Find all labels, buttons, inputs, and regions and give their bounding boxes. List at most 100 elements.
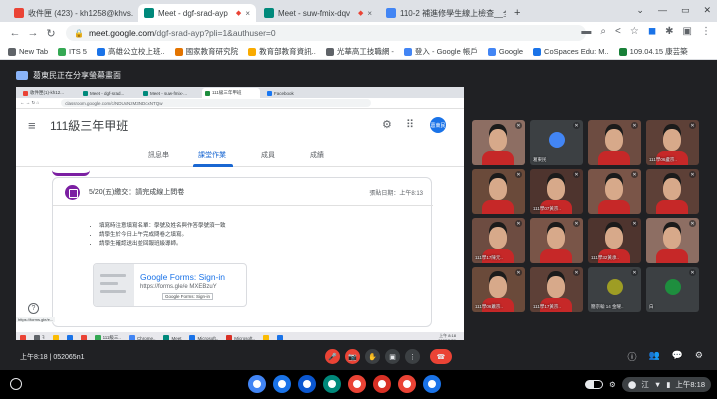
participant-body [482,151,514,165]
bookmark-star-icon[interactable]: ☆ [630,26,639,37]
photos-icon[interactable] [398,375,416,393]
drive-icon[interactable] [423,375,441,393]
present-screen-icon [16,70,28,80]
participant-tile[interactable]: ✕ 簡宗翰 14 金曜.. [588,267,641,312]
bookmark-item[interactable]: 國家教育研究院 [174,46,238,57]
camera-in-use-icon[interactable]: ▬ [581,26,591,37]
files-icon[interactable] [298,375,316,393]
bookmark-item[interactable]: Google [487,47,523,56]
participant-tile[interactable]: ✕ 111學06蕭宗.. [472,267,525,312]
people-icon[interactable]: 👥 [648,350,659,363]
browser-tab-gmail[interactable]: 收件匣 (423) - kh1258@khvs. × [8,4,136,22]
participant-video [489,129,507,151]
shared-status-url: https://forms.gle/e... [16,317,56,322]
participant-video [605,227,623,249]
chat-icon[interactable]: 💬 [672,350,683,363]
app-glyph [303,380,311,388]
zoom-icon[interactable]: ⌕ [600,26,606,37]
close-icon[interactable]: × [241,9,250,18]
toggle-icon[interactable] [585,380,604,389]
address-bar[interactable]: 🔒 meet.google.com/dgf-srad-ayp?pli=1&aut… [66,25,586,41]
participant-tile[interactable]: ✕ [472,120,525,165]
participant-tile[interactable]: ✕ [530,218,583,263]
list-item: 請學生於今日上午完成問卷之填寫。 [99,231,226,240]
browser-tab-form[interactable]: 110-2 補進修學生線上檢查__全 × [380,4,506,22]
participant-tile[interactable]: ✕ 111學07黃宗.. [530,169,583,214]
hang-up-button[interactable]: ☎ [430,349,452,364]
battery-icon: ▮ [666,380,671,389]
system-tray[interactable]: ⬤ 江 ▼ ▮ 上午8:18 [621,377,711,392]
docs-icon[interactable] [273,375,291,393]
gmail-icon [14,8,24,18]
participant-tile[interactable]: ✕ 111學17陳元.. [472,218,525,263]
participant-tile[interactable]: ✕ 葛東民 [530,120,583,165]
bookmark-item[interactable]: 教育部教育資訊.. [248,46,316,57]
tab-search-icon[interactable]: ⌄ [636,5,644,16]
back-arrow-icon[interactable]: ← [6,27,24,39]
mic-muted-icon: ✕ [689,171,696,178]
meet-side-actions: ⓘ 👥 💬 ⚙ [627,350,703,363]
bookmark-item[interactable]: CoSpaces Edu: M.. [533,47,609,56]
participant-tile[interactable]: ✕ 111學17黃宗.. [530,267,583,312]
browser-tab-bar: 收件匣 (423) - kh1258@khvs. × Meet - dgf-sr… [0,0,717,22]
reload-icon[interactable]: ↻ [42,27,60,40]
info-icon[interactable]: ⓘ [627,350,636,363]
participant-tile[interactable]: ✕ [472,169,525,214]
bookmark-favicon-icon [533,47,542,56]
microphone-button[interactable]: 🎤 [325,349,340,364]
maximize-button[interactable]: ▭ [681,5,690,16]
tab-label: Meet - suw-fmix-dqv [278,8,351,18]
bookmark-item[interactable]: 登入 - Google 帳戶 [403,46,478,57]
participant-tile[interactable]: ✕ [588,169,641,214]
chrome-icon[interactable] [248,375,266,393]
browser-tab-meet-2[interactable]: Meet - suw-fmix-dqv ◆ × [258,4,378,22]
close-icon[interactable]: × [133,9,136,18]
post-accent [52,166,90,176]
close-window-button[interactable]: ✕ [703,5,711,16]
bookmark-item[interactable]: New Tab [8,47,48,56]
activities-icon[interactable]: ⚙ [695,350,703,363]
more-options-button[interactable]: ⋮ [405,349,420,364]
participant-tile[interactable]: ✕ [646,218,699,263]
tab-favicon-icon [267,90,272,96]
participant-tile[interactable]: ✕ 111學32黃承.. [588,218,641,263]
shared-url: classroom.google.com/c/NDUxNzM3NDcxNTQw [65,100,163,106]
participant-avatar [665,279,681,295]
raise-hand-button[interactable]: ✋ [365,349,380,364]
puzzle-icon[interactable]: ✱ [665,26,673,37]
participant-tile[interactable]: ✕ 白 [646,267,699,312]
share-icon[interactable]: < [615,26,621,37]
thumb-line [100,290,126,293]
camera-button[interactable]: 📷 [345,349,360,364]
tab-favicon-icon [205,90,210,96]
profile-icon[interactable]: ▣ [683,26,692,37]
new-tab-button[interactable]: + [508,4,526,22]
bookmark-item[interactable]: ITS 5 [58,47,87,56]
participant-tile[interactable]: ✕ [646,169,699,214]
gmail-icon[interactable] [348,375,366,393]
settings-icon[interactable]: ⚙ [609,380,616,389]
bookmark-item[interactable]: 光華高工技職網 - [325,46,394,57]
youtube-icon[interactable] [373,375,391,393]
participant-tile[interactable]: ✕ [588,120,641,165]
launcher-icon[interactable] [10,378,22,390]
minimize-button[interactable]: — [658,5,667,16]
extension-icon[interactable]: ◼ [648,26,656,37]
close-icon[interactable]: × [363,9,372,18]
meet-icon[interactable] [323,375,341,393]
record-icon: ⬤ [627,380,637,389]
app-glyph [328,380,336,388]
present-button[interactable]: ▣ [385,349,400,364]
browser-tab-meet-active[interactable]: Meet - dgf-srad-ayp ◆ × [138,4,256,22]
list-item: 填寫時注意填寫名單：學號及姓名與作答學號須一致 [99,222,226,231]
bookmark-item[interactable]: 109.04.15 康芸築 [618,46,688,57]
thumb-line [100,274,126,277]
participant-name: 111學17黃宗.. [533,304,561,309]
meet-icon [144,8,154,18]
participant-tile[interactable]: ✕ 111學06盧宗.. [646,120,699,165]
bookmark-item[interactable]: 高雄公立校上班.. [96,46,165,57]
shared-address-bar: ← → ↻ ⌂ classroom.google.com/c/NDUxNzM3N… [16,98,464,109]
mic-muted-icon: ✕ [515,269,522,276]
menu-kebab-icon[interactable]: ⋮ [701,26,711,37]
forward-arrow-icon[interactable]: → [24,27,42,39]
